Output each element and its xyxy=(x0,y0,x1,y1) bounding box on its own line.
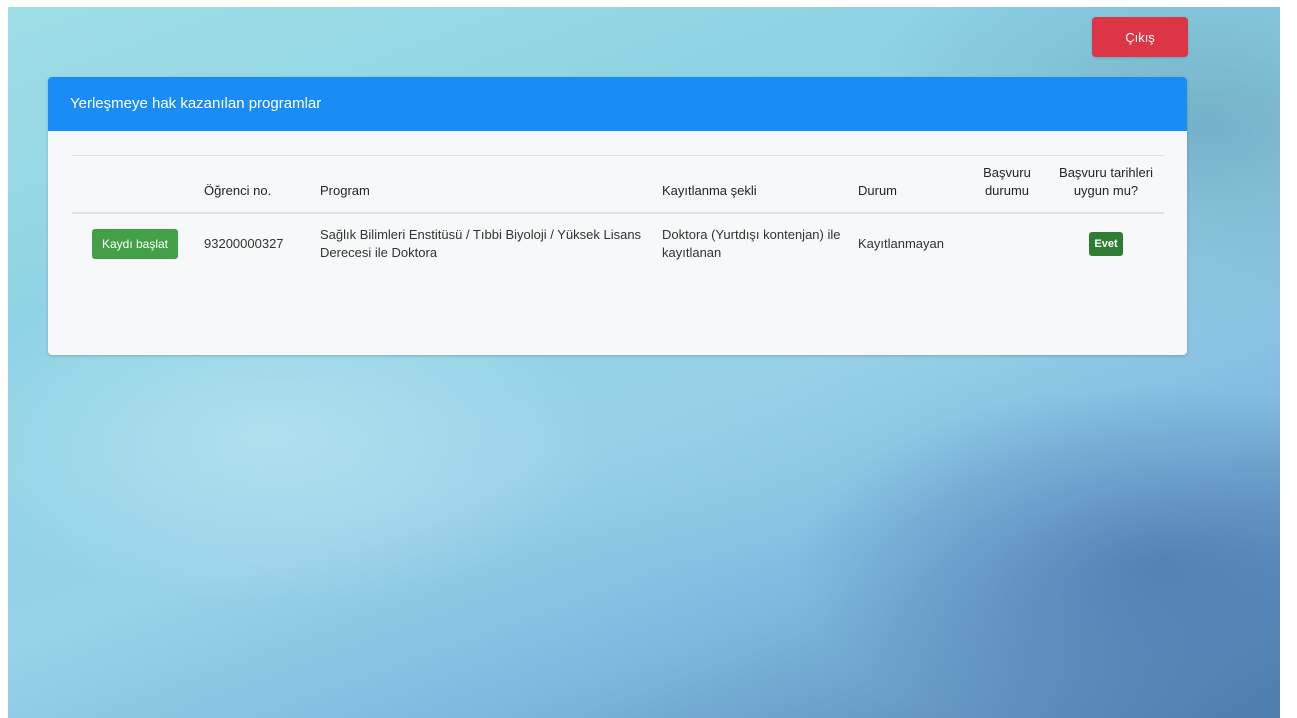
placements-table-wrapper: Öğrenci no. Program Kayıtlanma şekli Dur… xyxy=(72,155,1164,274)
cell-status: Kayıtlanmayan xyxy=(858,236,944,251)
dates-ok-badge: Evet xyxy=(1089,232,1123,256)
placements-table: Öğrenci no. Program Kayıtlanma şekli Dur… xyxy=(72,156,1164,274)
cell-program: Sağlık Bilimleri Enstitüsü / Tıbbi Biyol… xyxy=(320,227,642,260)
cell-dates-ok: Evet xyxy=(1048,213,1164,274)
cell-registration-type: Doktora (Yurtdışı kontenjan) ile kayıtla… xyxy=(662,227,841,260)
column-header-program: Program xyxy=(314,156,656,214)
column-header-action xyxy=(72,156,198,214)
cell-application-status xyxy=(966,213,1048,274)
page-background: Çıkış Yerleşmeye hak kazanılan programla… xyxy=(8,7,1280,718)
cell-action: Kaydı başlat xyxy=(72,213,198,274)
cell-student-no: 93200000327 xyxy=(204,236,284,251)
start-registration-button[interactable]: Kaydı başlat xyxy=(91,229,179,259)
placements-card: Yerleşmeye hak kazanılan programlar Öğre… xyxy=(48,77,1187,355)
column-header-application-status: Başvuru durumu xyxy=(966,156,1048,214)
column-header-status: Durum xyxy=(852,156,966,214)
card-title: Yerleşmeye hak kazanılan programlar xyxy=(48,77,1187,131)
logout-button[interactable]: Çıkış xyxy=(1092,17,1188,57)
table-header-row: Öğrenci no. Program Kayıtlanma şekli Dur… xyxy=(72,156,1164,214)
column-header-student-no: Öğrenci no. xyxy=(198,156,314,214)
column-header-registration-type: Kayıtlanma şekli xyxy=(656,156,852,214)
table-row: Kaydı başlat 93200000327 Sağlık Bilimler… xyxy=(72,213,1164,274)
column-header-dates-ok: Başvuru tarihleri uygun mu? xyxy=(1048,156,1164,214)
